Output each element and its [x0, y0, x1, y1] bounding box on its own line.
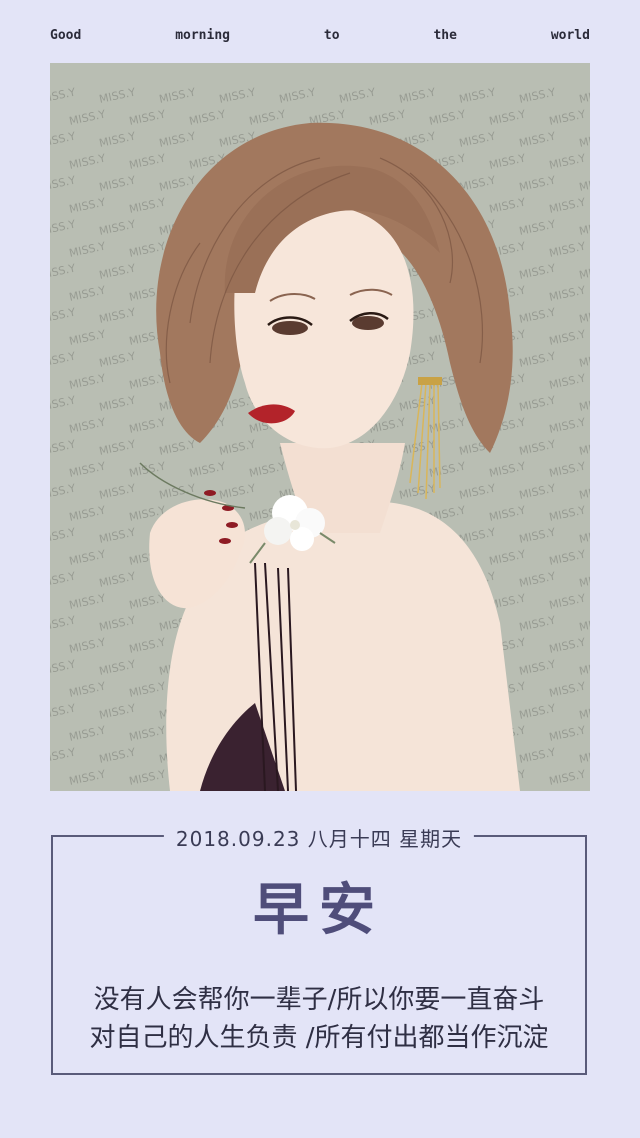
portrait-svg: MISS.Y MISS.Y MISS.Y MISS.Y MISS.Y MISS.Y MISS…	[50, 63, 590, 791]
greeting-title: 早安	[253, 877, 385, 943]
quote-line-2: 对自己的人生负责 /所有付出都当作沉淀	[89, 1023, 549, 1053]
tagline: Good morning to the world	[50, 28, 590, 43]
tagline-word: to	[323, 28, 340, 43]
tagline-word: morning	[175, 28, 230, 43]
tagline-word: Good	[50, 28, 82, 43]
earring-top	[418, 377, 442, 385]
tagline-word: world	[550, 28, 590, 43]
portrait-illustration: MISS.Y MISS.Y MISS.Y MISS.Y MISS.Y MISS.Y MISS…	[50, 63, 590, 791]
greeting-card: 2018.09.23 八月十四 星期天 早安 没有人会帮你一辈子/所以你要一直奋…	[51, 823, 587, 1075]
left-eye	[272, 321, 308, 335]
right-eye	[352, 316, 384, 330]
date-label: 2018.09.23 八月十四 星期天	[163, 823, 475, 852]
tagline-word: the	[433, 28, 457, 43]
quote-line-1: 没有人会帮你一辈子/所以你要一直奋斗	[93, 985, 545, 1015]
